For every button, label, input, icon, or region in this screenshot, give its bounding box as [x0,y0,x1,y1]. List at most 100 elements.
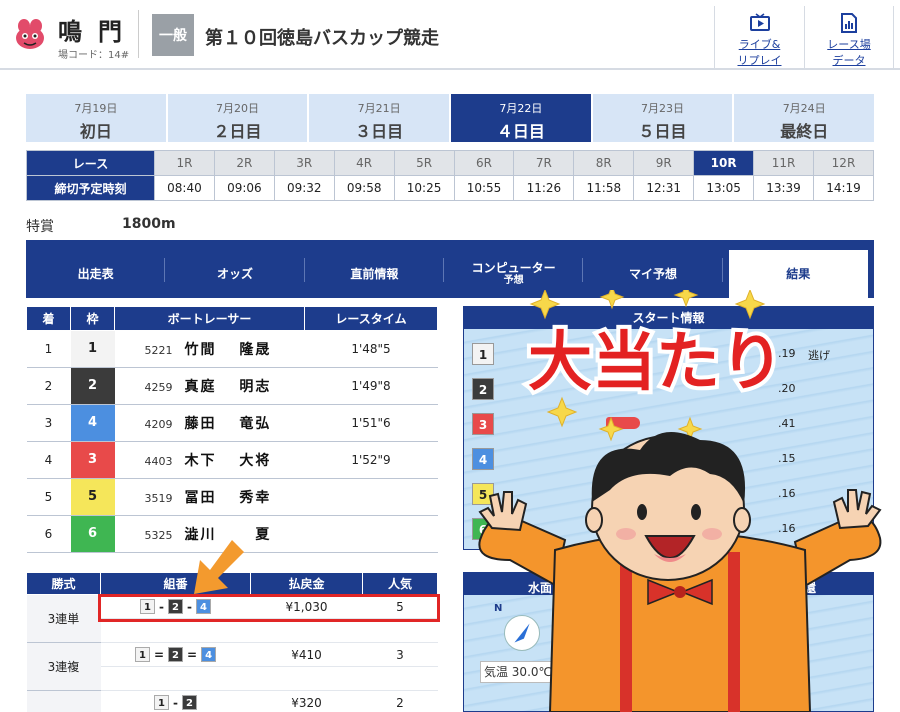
race-time: 1'49"8 [304,367,438,405]
day-date: 7月22日 [499,102,543,115]
race-link-5[interactable]: 5R [393,150,455,176]
tab-results[interactable]: 結果 [728,250,868,298]
racer-name-link[interactable]: 竹間 隆晟 [185,342,272,358]
combo-frame: 1 [154,695,169,710]
bet-type: 3連複 [26,642,101,691]
deadline-time: 10:55 [453,175,515,201]
day-tab-4[interactable]: 7月22日 ４日目 [451,94,591,142]
racer-reg-no: 3519 [144,492,173,505]
day-tab-3[interactable]: 7月21日 ３日目 [309,94,450,142]
deadline-row-label: 締切予定時刻 [26,175,155,201]
race-link-10[interactable]: 10R [693,150,755,176]
tab-my-prediction[interactable]: マイ予想 [583,250,723,298]
frame-cell: 6 [70,515,115,553]
tab-label: 出走表 [77,266,114,281]
popularity: 2 [362,690,438,712]
results-header-row: 着 枠 ボートレーサー レースタイム [26,306,438,331]
empty-cell [250,618,363,643]
deadline-time: 11:58 [573,175,635,201]
day-label: ４日目 [496,122,545,141]
frame-number: 4 [70,405,115,441]
day-tab-1[interactable]: 7月19日 初日 [26,94,166,142]
racer-name-link[interactable]: 藤田 竜弘 [185,416,272,432]
race-time [304,515,438,553]
deadline-time: 08:40 [154,175,215,201]
racer-cell: 5221 竹間 隆晟 [114,330,305,368]
day-label: ５日目 [638,122,687,141]
wind-direction-icon [504,615,540,651]
venue-data-label-2: データ [832,54,866,67]
place: 1 [26,330,71,368]
race-link-3[interactable]: 3R [273,150,335,176]
venue-data-button[interactable]: レース場 データ [804,6,894,68]
deadline-time: 12:31 [633,175,695,201]
race-link-9[interactable]: 9R [633,150,695,176]
combo-frame: 1 [134,647,150,662]
day-tab-6[interactable]: 7月24日 最終日 [734,94,875,142]
lane-number: 1 [472,343,494,365]
start-timing: .15 [778,452,796,465]
racer-name-link[interactable]: 冨田 秀幸 [185,490,272,506]
race-nav-tabs: 出走表 オッズ 直前情報 コンピューター 予想 マイ予想 結果 [26,240,874,298]
frame-number: 6 [70,516,115,552]
header-divider [138,10,139,58]
racer-reg-no: 4403 [144,455,173,468]
race-title: 第１０回徳島バスカップ競走 [205,28,439,49]
racer-name-link[interactable]: 木下 大将 [185,453,272,469]
live-replay-button[interactable]: ライブ& リプレイ [714,6,804,68]
popularity: 3 [362,642,438,667]
lane-number: 2 [472,378,494,400]
racer-name-link[interactable]: 真庭 明志 [185,379,272,395]
place: 6 [26,515,71,553]
race-link-2[interactable]: 2R [213,150,275,176]
race-time: 1'52"9 [304,441,438,479]
venue-data-label-1: レース場 [827,38,871,51]
racer-cell: 3519 冨田 秀幸 [114,478,305,516]
result-row: 1 1 5221 竹間 隆晟 1'48"5 [26,330,438,368]
race-link-11[interactable]: 11R [753,150,814,176]
combo-frame: 4 [201,647,217,662]
race-link-8[interactable]: 8R [573,150,635,176]
day-tab-2[interactable]: 7月20日 ２日目 [167,94,308,142]
tab-odds[interactable]: オッズ [165,250,305,298]
day-date: 7月23日 [641,102,685,115]
racer-cell: 4403 木下 大将 [114,441,305,479]
mascot-logo-icon [16,19,44,49]
start-timing: .20 [778,382,796,395]
col-payout: 払戻金 [250,572,363,595]
empty-cell [362,666,438,691]
race-link-12[interactable]: 12R [812,150,875,176]
deadline-time: 13:05 [693,175,755,201]
day-date: 7月24日 [782,102,826,115]
deadline-time: 09:58 [333,175,395,201]
deadline-time: 14:19 [812,175,875,201]
race-link-7[interactable]: 7R [513,150,575,176]
frame-number: 1 [70,331,115,367]
start-timing: .16 [778,487,796,500]
tab-pre-race-info[interactable]: 直前情報 [305,250,445,298]
tab-sublabel: 予想 [503,275,524,287]
col-bet-type: 勝式 [26,572,101,595]
place: 3 [26,404,71,442]
day-tab-5[interactable]: 7月23日 ５日目 [592,94,733,142]
combo-sep: = [153,647,164,662]
result-row: 2 2 4259 真庭 明志 1'49"8 [26,367,438,405]
frame-number: 3 [70,442,115,478]
tab-computer-prediction[interactable]: コンピューター 予想 [444,250,584,298]
race-schedule-table: レース 1R 2R 3R 4R 5R 6R 7R 8R 9R 10R 11R 1… [26,150,875,201]
lane-number: 4 [472,448,494,470]
tab-entry-list[interactable]: 出走表 [26,250,166,298]
boat-icon [644,453,678,465]
tab-label: コンピューター [471,260,556,275]
frame-number: 2 [70,368,115,404]
race-link-1[interactable]: 1R [154,150,215,176]
racer-cell: 4209 藤田 竜弘 [114,404,305,442]
deadline-time: 09:06 [213,175,275,201]
race-link-6[interactable]: 6R [453,150,515,176]
day-label: 初日 [79,122,112,141]
race-type: 特賞 [26,219,54,235]
race-link-4[interactable]: 4R [333,150,395,176]
weather-panel: 水面 返還 N 気温 30.0℃ [463,572,874,712]
frame-cell: 2 [70,367,115,405]
start-timing: .19 [778,347,796,360]
